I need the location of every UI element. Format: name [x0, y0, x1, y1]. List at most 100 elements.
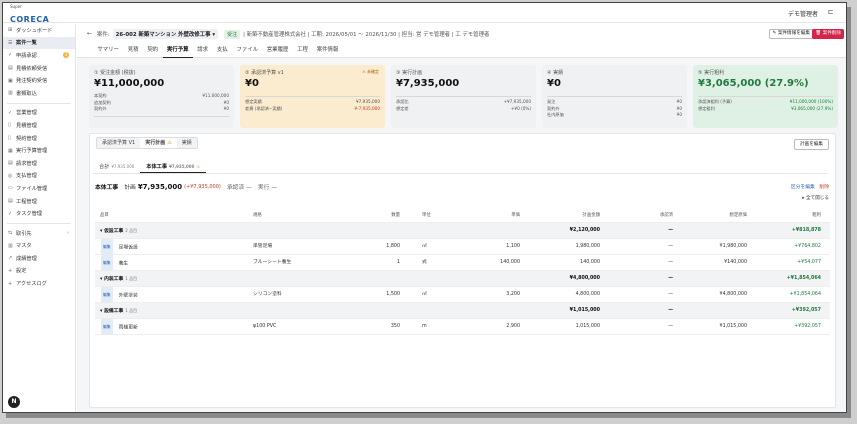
- sidebar-item-18[interactable]: ▥ マスタ: [3, 240, 75, 253]
- group-profit: +¥818,878: [791, 228, 821, 233]
- tab-7[interactable]: 営業履歴: [262, 44, 292, 58]
- check-icon: ✓: [8, 52, 13, 59]
- segment-label: 承認済予算 V1: [102, 140, 136, 146]
- category-tab-1[interactable]: 本体工事 ¥7,935,000 ⚠: [140, 160, 206, 173]
- case-selector[interactable]: 26-002 新築マンション 外壁改修工事 ▾: [112, 29, 219, 39]
- sidebar-item-5[interactable]: ▥ 書類取込: [3, 87, 75, 100]
- edit-tag[interactable]: 編集: [101, 255, 113, 271]
- sidebar-item-14[interactable]: ▤ 工程管理: [3, 195, 75, 208]
- tab-2[interactable]: 契約: [143, 44, 163, 58]
- brand-logo[interactable]: Super CORECA: [10, 5, 49, 25]
- warning-icon: ⚠: [196, 164, 200, 169]
- collapse-all-toggle[interactable]: ▸ 全て開じる: [802, 195, 829, 201]
- n-logo-icon[interactable]: N: [8, 396, 20, 408]
- table-row[interactable]: 編集 雨樋更新 φ100 PVC 350 m 2,900 1,015,000 — ¥1,015,…: [95, 319, 830, 335]
- section-header: 本体工事 計画 ¥7,935,000 (+¥7,935,000) 承認済 — 実…: [95, 182, 277, 192]
- edit-section-link[interactable]: 区分を編集: [791, 185, 815, 190]
- case-meta: | 新築不動産管理株式会社 | 工期: 2026/05/01 ～ 2026/11…: [243, 32, 490, 38]
- tab-5[interactable]: 支払: [212, 44, 232, 58]
- sidebar-item-19[interactable]: ↗ 成績管理: [3, 252, 75, 265]
- approved-summary: 承認済 —: [226, 185, 252, 191]
- edit-case-button[interactable]: ✎ 案件情報を編集: [768, 29, 814, 39]
- sidebar-item-9[interactable]: ▯ 契約管理: [3, 132, 75, 145]
- column-header: 品目: [100, 213, 109, 218]
- sidebar: ⊞ ダッシュボード ☰ 案件一覧 ✓ 申請承認 3 ▤ 見積依頼受信 ▣ 発注契約受信 ▥ 書類取込 ✓ 営…: [3, 24, 76, 412]
- sidebar-item-12[interactable]: ◎ 支払管理: [3, 170, 75, 183]
- tab-4[interactable]: 請求: [193, 44, 213, 58]
- inbox-icon: ▤: [8, 65, 13, 72]
- tab-3[interactable]: 実行予算: [162, 44, 193, 58]
- sidebar-divider: [7, 102, 71, 104]
- edit-tag[interactable]: 編集: [101, 287, 113, 303]
- edit-tag[interactable]: 編集: [101, 239, 113, 255]
- item-spec: シリコン塗料: [253, 292, 282, 297]
- segment-1[interactable]: 実行計画 ⚠: [140, 138, 177, 148]
- sidebar-item-8[interactable]: ▯ 見積管理: [3, 119, 75, 132]
- sidebar-item-13[interactable]: ▭ ファイル管理: [3, 182, 75, 195]
- tab-9[interactable]: 案件情報: [312, 44, 342, 58]
- group-title: ▾ 仮設工事: [100, 229, 124, 234]
- budget-table: 品目 規格 数量 単位 単価 計画金額 承認済 想定原価 粗利 ▾ 仮設工事 2 品目 ¥2,120,…: [95, 208, 830, 335]
- group-row[interactable]: ▾ 仮設工事 2 品目 ¥2,120,000 — +¥818,878: [95, 223, 830, 239]
- sidebar-item-label: 契約管理: [16, 135, 37, 142]
- column-header: 想定原価: [729, 213, 747, 218]
- sidebar-item-11[interactable]: ▤ 請求管理: [3, 157, 75, 170]
- sidebar-item-0[interactable]: ⊞ ダッシュボード: [3, 24, 75, 37]
- sidebar-item-label: 取引先: [16, 230, 32, 237]
- sidebar-item-3[interactable]: ▤ 見積依頼受信: [3, 62, 75, 75]
- tab-8[interactable]: 工程: [293, 44, 313, 58]
- group-name: ▾ 内装工事 1 品目: [100, 271, 137, 288]
- segment-0[interactable]: 承認済予算 V1: [97, 138, 140, 148]
- group-row[interactable]: ▾ 設備工事 1 品目 ¥1,015,000 — +¥392,057: [95, 303, 830, 319]
- item-spec: 単管足場: [253, 244, 273, 249]
- sidebar-item-15[interactable]: ✓ タスク管理: [3, 207, 75, 220]
- card-title: ⑤ 実行粗利: [698, 70, 725, 76]
- item-name-cell: 編集 養生: [101, 255, 128, 273]
- card-row-label: 想定差: [396, 105, 409, 111]
- budget-icon: ▦: [8, 147, 13, 154]
- plan-diff: (+¥7,935,000): [184, 183, 221, 190]
- table-row[interactable]: 編集 養生 ブルーシート養生 1 式 140,000 140,000 — ¥140,000 +¥5…: [95, 255, 830, 271]
- app-window: Super CORECA デモ管理者 ⊏ ⊞ ダッシュボード ☰ 案件一覧 ✓ 申請承認 3…: [2, 2, 847, 413]
- plan-value: ¥7,935,000: [137, 182, 183, 191]
- check-icon: ✓: [8, 109, 13, 116]
- sidebar-item-1[interactable]: ☰ 案件一覧: [3, 36, 75, 50]
- item-qty: 1: [396, 260, 400, 265]
- sidebar-item-17[interactable]: ⇆ 取引先 ›: [3, 227, 75, 240]
- sidebar-item-2[interactable]: ✓ 申請承認 3: [3, 49, 75, 62]
- sidebar-item-21[interactable]: + アクセスログ: [3, 277, 75, 290]
- category-tab-0[interactable]: 合計 ¥7,935,000: [93, 160, 140, 173]
- item-profit: +¥392,057: [794, 324, 821, 329]
- group-title: ▾ 内装工事: [100, 277, 124, 282]
- card-divider: [396, 96, 531, 97]
- segment-2[interactable]: 実績: [177, 138, 197, 148]
- card-row-value: ¥3,065,000 (27.9%): [791, 105, 833, 111]
- delete-case-button[interactable]: 🗑 案件削除: [812, 29, 844, 39]
- layout-icon[interactable]: ⊏: [825, 7, 836, 18]
- category-tab-label: 合計: [99, 164, 110, 170]
- edit-tag[interactable]: 編集: [101, 319, 113, 335]
- back-arrow-icon[interactable]: ←: [87, 30, 92, 37]
- sidebar-item-label: 成績管理: [16, 255, 37, 262]
- delete-section-link[interactable]: 削除: [819, 185, 829, 190]
- section-actions: 区分を編集 削除: [791, 183, 829, 190]
- payment-icon: ◎: [8, 172, 13, 179]
- tab-0[interactable]: サマリー: [93, 44, 123, 58]
- sidebar-item-20[interactable]: + 設定: [3, 265, 75, 278]
- card-row: 差異 (承認済−実績) ¥-7,935,000: [245, 106, 380, 113]
- table-row[interactable]: 編集 外壁塗装 シリコン塗料 1,500 ㎡ 3,200 4,800,000 — ¥4,800,…: [95, 287, 830, 303]
- group-row[interactable]: ▾ 内装工事 1 品目 ¥4,800,000 — +¥1,854,064: [95, 271, 830, 287]
- item-name: 養生: [118, 261, 129, 267]
- item-price: 140,000: [500, 260, 520, 265]
- edit-plan-button[interactable]: 計画を編集: [794, 139, 829, 150]
- sidebar-item-10[interactable]: ▦ 実行予算管理: [3, 144, 75, 157]
- card-value: ¥3,065,000 (27.9%): [698, 78, 809, 89]
- tab-1[interactable]: 見積: [123, 44, 143, 58]
- table-row[interactable]: 編集 足場仮設 単管足場 1,800 ㎡ 1,100 1,980,000 — ¥1,980,00…: [95, 239, 830, 255]
- sidebar-item-7[interactable]: ✓ 営業管理: [3, 107, 75, 120]
- column-header: 単価: [511, 213, 520, 218]
- tab-6[interactable]: ファイル: [232, 44, 262, 58]
- item-unit: 式: [422, 260, 427, 265]
- user-name[interactable]: デモ管理者: [788, 9, 818, 18]
- sidebar-item-4[interactable]: ▣ 発注契約受信: [3, 74, 75, 87]
